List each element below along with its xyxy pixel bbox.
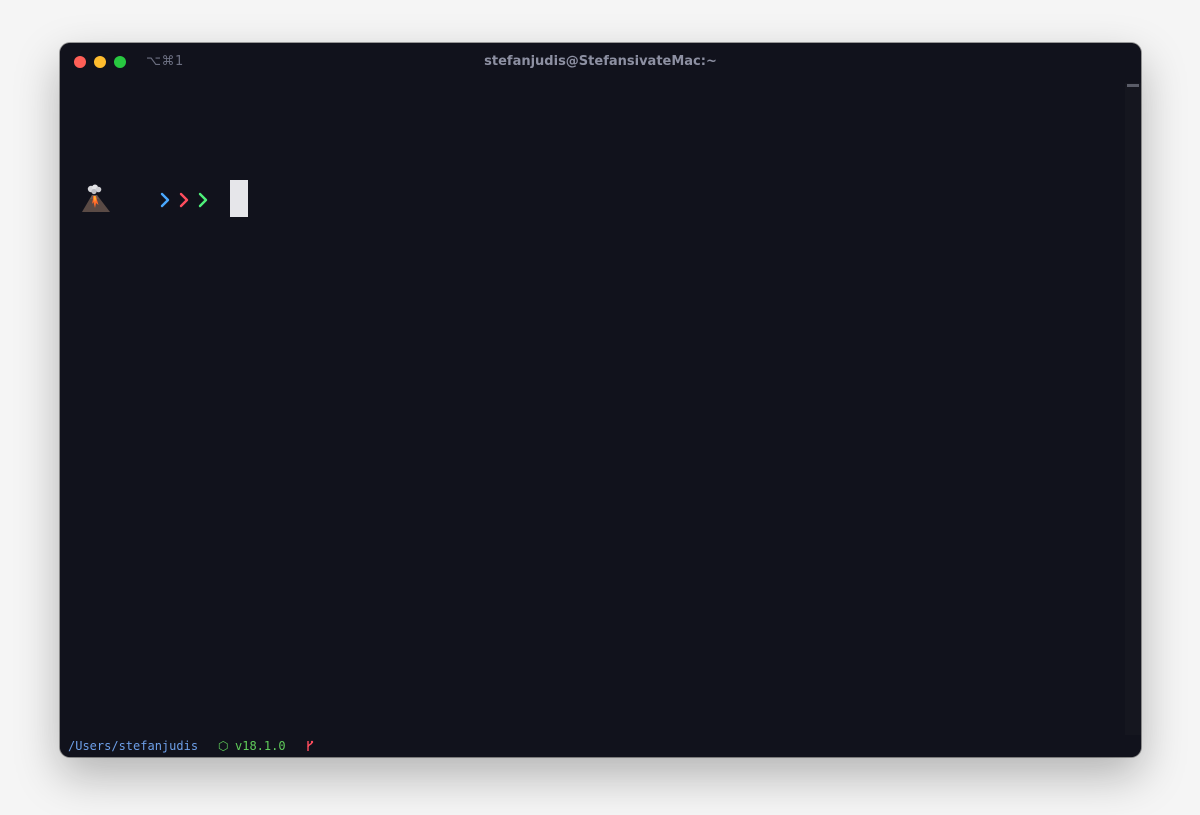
title-bar[interactable]: ⌥⌘1 stefanjudis@StefansivateMac:~ (60, 43, 1141, 81)
volcano-icon (82, 184, 110, 212)
status-bar: /Users/stefanjudis ⬡ v18.1.0 (60, 735, 1141, 757)
terminal-window: ⌥⌘1 stefanjudis@StefansivateMac:~ /Users… (60, 43, 1141, 757)
node-icon: ⬡ (218, 739, 229, 753)
scrollbar-thumb[interactable] (1127, 84, 1139, 87)
prompt-chevron-blue-icon (160, 192, 170, 208)
window-title: stefanjudis@StefansivateMac:~ (484, 54, 717, 69)
status-path: /Users/stefanjudis (68, 739, 199, 753)
node-version: v18.1.0 (235, 739, 286, 753)
prompt-chevron-red-icon (179, 192, 189, 208)
scrollbar[interactable] (1125, 83, 1141, 735)
terminal-cursor (230, 180, 248, 217)
git-branch-icon (307, 740, 314, 751)
prompt-chevron-green-icon (198, 192, 208, 208)
